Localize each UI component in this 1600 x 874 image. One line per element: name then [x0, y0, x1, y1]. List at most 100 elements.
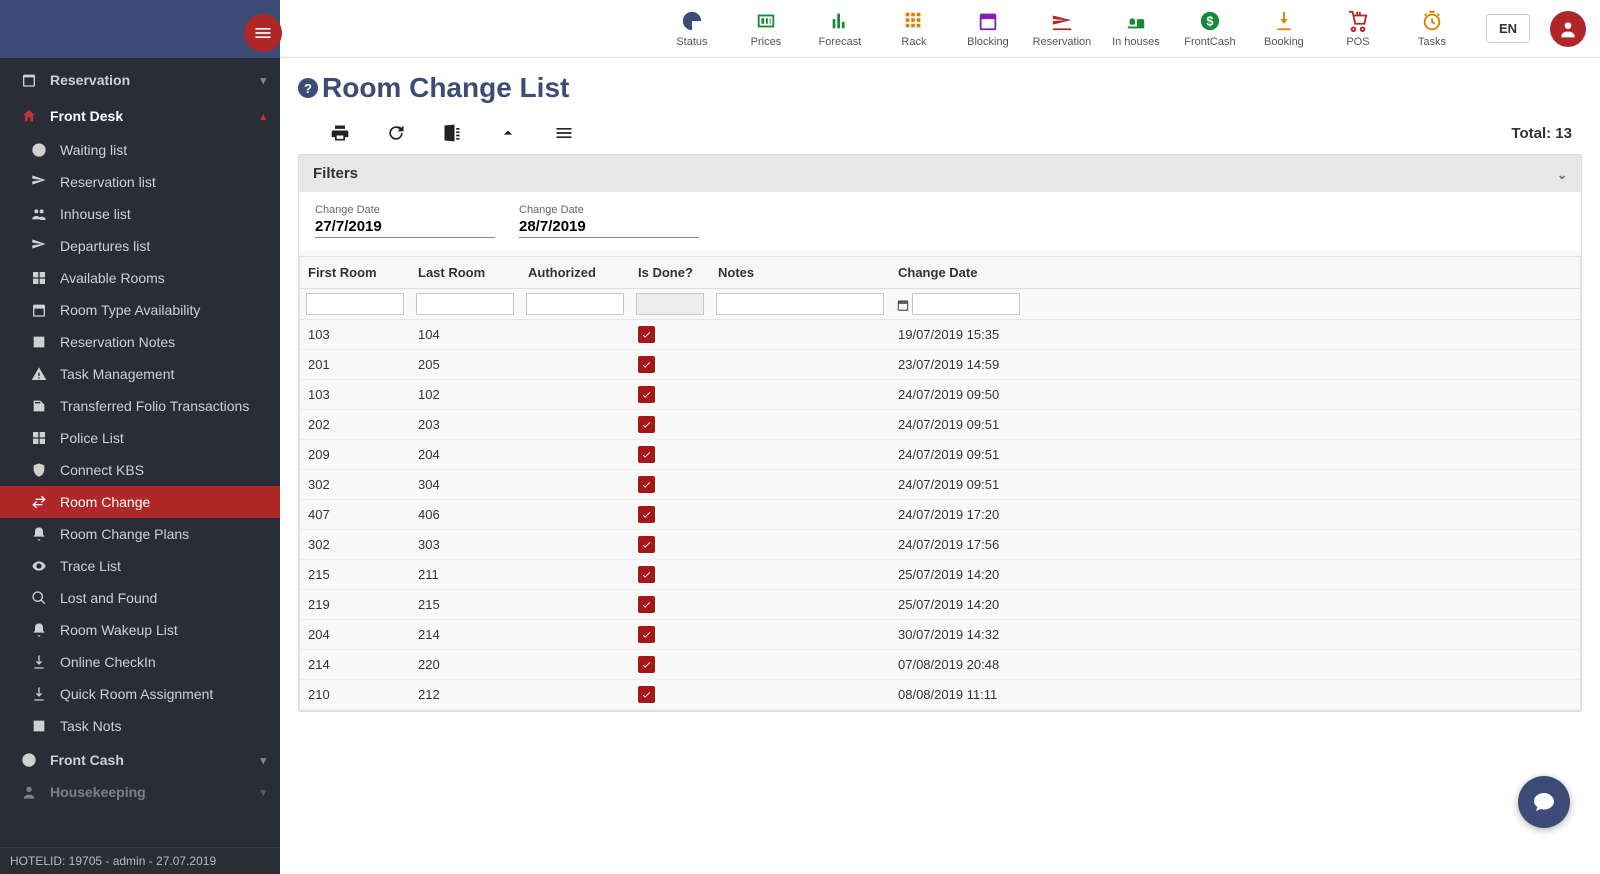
pos-icon — [1347, 10, 1369, 32]
change-date-from-input[interactable] — [315, 218, 516, 235]
table-row[interactable]: 21422007/08/2019 20:48 — [300, 650, 1580, 680]
sidebar-header — [0, 0, 280, 58]
print-button[interactable] — [318, 118, 362, 148]
sidebar-item-room-change[interactable]: Room Change — [0, 486, 280, 518]
col-authorized[interactable]: Authorized — [520, 257, 630, 289]
cell-last-room: 304 — [410, 470, 520, 500]
cell-first-room: 214 — [300, 650, 410, 680]
plane-icon — [31, 238, 47, 254]
grid-icon — [31, 270, 47, 286]
change-date-from: Change Date — [315, 204, 495, 238]
sidebar-item-label: Task Nots — [60, 718, 121, 734]
topnav-reservation[interactable]: Reservation — [1028, 10, 1096, 48]
cell-change-date: 30/07/2019 14:32 — [890, 620, 1030, 650]
table-row[interactable]: 21921525/07/2019 14:20 — [300, 590, 1580, 620]
topnav-forecast[interactable]: Forecast — [806, 10, 874, 48]
sidebar-item-room-type-availability[interactable]: Room Type Availability — [0, 294, 280, 326]
table-row[interactable]: 30230424/07/2019 09:51 — [300, 470, 1580, 500]
chevron-up-icon — [498, 123, 518, 143]
col-first-room[interactable]: First Room — [300, 257, 410, 289]
table-row[interactable]: 10310224/07/2019 09:50 — [300, 380, 1580, 410]
table-row[interactable]: 20120523/07/2019 14:59 — [300, 350, 1580, 380]
sidebar-item-online-checkin[interactable]: Online CheckIn — [0, 646, 280, 678]
cell-change-date: 08/08/2019 11:11 — [890, 680, 1030, 710]
sidebar-group-label: Front Desk — [50, 108, 123, 124]
sidebar-item-trace-list[interactable]: Trace List — [0, 550, 280, 582]
sidebar-group-frontdesk[interactable]: Front Desk ▴ — [0, 98, 280, 134]
table-row[interactable]: 30230324/07/2019 17:56 — [300, 530, 1580, 560]
topnav-pos[interactable]: POS — [1324, 10, 1392, 48]
cell-last-room: 215 — [410, 590, 520, 620]
sidebar-item-reservation-list[interactable]: Reservation list — [0, 166, 280, 198]
menu-button[interactable] — [542, 118, 586, 148]
table-row[interactable]: 20920424/07/2019 09:51 — [300, 440, 1580, 470]
sidebar-item-departures-list[interactable]: Departures list — [0, 230, 280, 262]
table-row[interactable]: 21521125/07/2019 14:20 — [300, 560, 1580, 590]
filter-first-room[interactable] — [306, 293, 404, 315]
bell-icon — [31, 622, 47, 638]
check-icon — [638, 536, 655, 553]
sidebar-item-task-nots[interactable]: Task Nots — [0, 710, 280, 742]
table-header-row: First Room Last Room Authorized Is Done?… — [300, 257, 1580, 289]
topnav-tasks[interactable]: Tasks — [1398, 10, 1466, 48]
topnav-prices[interactable]: Prices — [732, 10, 800, 48]
topnav-rack[interactable]: Rack — [880, 10, 948, 48]
user-avatar-button[interactable] — [1550, 11, 1586, 47]
sidebar-item-available-rooms[interactable]: Available Rooms — [0, 262, 280, 294]
sidebar-item-quick-room-assignment[interactable]: Quick Room Assignment — [0, 678, 280, 710]
sidebar-item-lost-and-found[interactable]: Lost and Found — [0, 582, 280, 614]
filter-change-date[interactable] — [912, 293, 1020, 315]
table-row[interactable]: 20220324/07/2019 09:51 — [300, 410, 1580, 440]
col-last-room[interactable]: Last Room — [410, 257, 520, 289]
table-row[interactable]: 40740624/07/2019 17:20 — [300, 500, 1580, 530]
filters-header[interactable]: Filters ⌃ — [299, 155, 1581, 192]
sidebar-item-connect-kbs[interactable]: Connect KBS — [0, 454, 280, 486]
excel-export-button[interactable] — [430, 118, 474, 148]
calendar-icon[interactable] — [896, 298, 910, 312]
sidebar-item-room-wakeup-list[interactable]: Room Wakeup List — [0, 614, 280, 646]
cell-change-date: 25/07/2019 14:20 — [890, 560, 1030, 590]
sidebar-group-label: Front Cash — [50, 752, 124, 768]
topnav-status[interactable]: Status — [658, 10, 726, 48]
table-row[interactable]: 21021208/08/2019 11:11 — [300, 680, 1580, 710]
sidebar-group-frontcash[interactable]: Front Cash ▾ — [0, 742, 280, 778]
sidebar-item-label: Connect KBS — [60, 462, 144, 478]
table-row[interactable]: 20421430/07/2019 14:32 — [300, 620, 1580, 650]
sidebar-item-waiting-list[interactable]: Waiting list — [0, 134, 280, 166]
cell-last-room: 203 — [410, 410, 520, 440]
chat-button[interactable] — [1518, 776, 1570, 828]
filter-authorized[interactable] — [526, 293, 624, 315]
collapse-button[interactable] — [486, 118, 530, 148]
grid-icon — [31, 430, 47, 446]
topnav-booking[interactable]: Booking — [1250, 10, 1318, 48]
sidebar-item-police-list[interactable]: Police List — [0, 422, 280, 454]
cell-change-date: 24/07/2019 09:50 — [890, 380, 1030, 410]
sidebar-item-label: Lost and Found — [60, 590, 157, 606]
sidebar-group-housekeeping[interactable]: Housekeeping ▾ — [0, 778, 280, 810]
sidebar-item-reservation-notes[interactable]: Reservation Notes — [0, 326, 280, 358]
sidebar-group-reservation[interactable]: Reservation ▾ — [0, 62, 280, 98]
sidebar-item-inhouse-list[interactable]: Inhouse list — [0, 198, 280, 230]
col-change-date[interactable]: Change Date — [890, 257, 1030, 289]
rack-icon — [903, 10, 925, 32]
filter-notes[interactable] — [716, 293, 884, 315]
cell-first-room: 210 — [300, 680, 410, 710]
col-notes[interactable]: Notes — [710, 257, 890, 289]
language-selector[interactable]: EN — [1486, 14, 1530, 43]
topnav-in-houses[interactable]: In houses — [1102, 10, 1170, 48]
col-is-done[interactable]: Is Done? — [630, 257, 710, 289]
change-date-to-input[interactable] — [519, 218, 720, 235]
sidebar-item-transferred-folio-transactions[interactable]: Transferred Folio Transactions — [0, 390, 280, 422]
sidebar-item-task-management[interactable]: Task Management — [0, 358, 280, 390]
cell-authorized — [520, 680, 630, 710]
table-row[interactable]: 10310419/07/2019 15:35 — [300, 320, 1580, 350]
refresh-button[interactable] — [374, 118, 418, 148]
topnav-blocking[interactable]: Blocking — [954, 10, 1022, 48]
topnav-label: Status — [676, 36, 707, 48]
hamburger-button[interactable] — [244, 14, 282, 52]
help-icon[interactable]: ? — [298, 78, 318, 98]
filter-last-room[interactable] — [416, 293, 514, 315]
topnav-frontcash[interactable]: $FrontCash — [1176, 10, 1244, 48]
sidebar-item-room-change-plans[interactable]: Room Change Plans — [0, 518, 280, 550]
topnav-label: Rack — [901, 36, 926, 48]
